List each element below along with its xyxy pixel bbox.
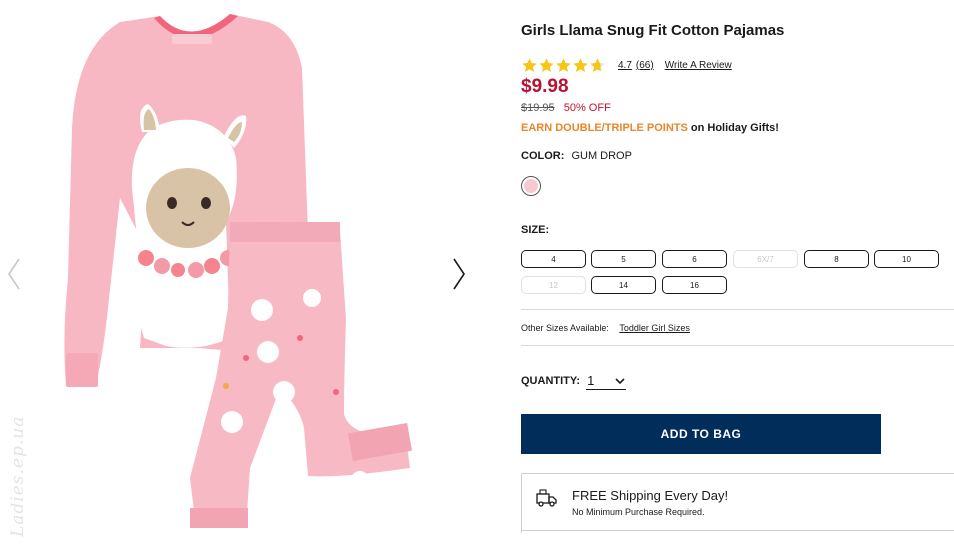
add-to-bag-button[interactable]: ADD TO BAG bbox=[521, 414, 881, 454]
product-gallery: Ladies.ep.ua bbox=[0, 0, 480, 544]
other-sizes-row: Other Sizes Available: Toddler Girl Size… bbox=[521, 323, 690, 333]
chevron-right-icon[interactable] bbox=[449, 256, 469, 292]
size-label: SIZE: bbox=[521, 224, 550, 236]
toddler-sizes-link[interactable]: Toddler Girl Sizes bbox=[619, 323, 690, 333]
size-option[interactable]: 6 bbox=[662, 250, 727, 268]
other-sizes-label: Other Sizes Available: bbox=[521, 323, 609, 333]
star-icon bbox=[573, 57, 588, 72]
star-icon bbox=[556, 57, 571, 72]
divider bbox=[521, 530, 954, 531]
size-option[interactable]: 8 bbox=[804, 250, 869, 268]
review-count-link[interactable]: (66) bbox=[636, 60, 654, 71]
product-title: Girls Llama Snug Fit Cotton Pajamas bbox=[521, 22, 785, 39]
quantity-label: QUANTITY: bbox=[521, 375, 581, 387]
original-price: $19.95 bbox=[521, 102, 555, 114]
star-icon bbox=[539, 57, 554, 72]
divider bbox=[521, 309, 954, 310]
color-value: GUM DROP bbox=[571, 150, 632, 162]
quantity-row: QUANTITY: 1 bbox=[521, 372, 627, 390]
chevron-left-icon[interactable] bbox=[4, 256, 24, 292]
star-icon bbox=[590, 57, 605, 72]
size-option-unavailable: 6X/7 bbox=[733, 250, 798, 268]
shipping-banner: FREE Shipping Every Day! No Minimum Purc… bbox=[521, 473, 954, 533]
shipping-subtitle: No Minimum Purchase Required. bbox=[572, 507, 705, 517]
star-icon bbox=[522, 57, 537, 72]
color-row: COLOR: GUM DROP bbox=[521, 150, 632, 162]
size-option[interactable]: 16 bbox=[662, 276, 727, 294]
price-comparison: $19.95 50% OFF bbox=[521, 102, 611, 114]
size-option[interactable]: 10 bbox=[874, 250, 939, 268]
product-image[interactable] bbox=[50, 8, 430, 538]
chevron-down-icon bbox=[615, 377, 625, 384]
delivery-truck-icon bbox=[536, 489, 557, 507]
quantity-value: 1 bbox=[587, 373, 595, 388]
size-option[interactable]: 5 bbox=[591, 250, 656, 268]
promo-accent: EARN DOUBLE/TRIPLE POINTS bbox=[521, 122, 688, 134]
shipping-title: FREE Shipping Every Day! bbox=[572, 488, 729, 503]
color-label: COLOR: bbox=[521, 150, 565, 162]
star-rating[interactable] bbox=[521, 57, 606, 74]
size-option-unavailable: 12 bbox=[521, 276, 586, 294]
color-swatch-gum-drop[interactable] bbox=[521, 176, 541, 196]
rating-value[interactable]: 4.7 bbox=[618, 60, 632, 71]
promo-text: on Holiday Gifts! bbox=[687, 122, 779, 134]
write-review-link[interactable]: Write A Review bbox=[665, 60, 732, 71]
watermark: Ladies.ep.ua bbox=[8, 415, 28, 537]
size-option[interactable]: 14 bbox=[591, 276, 656, 294]
divider bbox=[521, 345, 954, 346]
product-details: Girls Llama Snug Fit Cotton Pajamas 4.7 … bbox=[521, 0, 954, 544]
rating-row: 4.7 (66) Write A Review bbox=[521, 56, 732, 74]
promo-message: EARN DOUBLE/TRIPLE POINTS on Holiday Gif… bbox=[521, 122, 779, 134]
discount-badge: 50% OFF bbox=[563, 102, 611, 114]
size-option[interactable]: 4 bbox=[521, 250, 586, 268]
sale-price: $9.98 bbox=[521, 76, 569, 97]
quantity-select[interactable]: 1 bbox=[586, 372, 627, 390]
